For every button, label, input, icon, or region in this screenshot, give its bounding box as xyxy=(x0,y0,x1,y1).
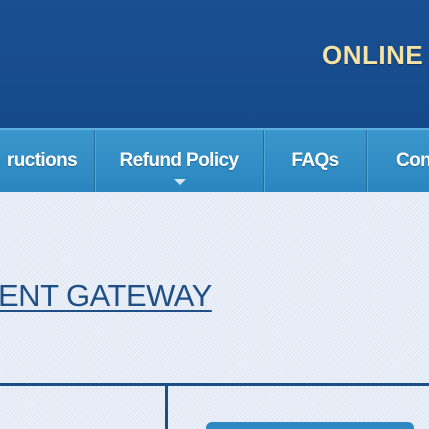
active-indicator-arrow-icon xyxy=(174,179,186,185)
nav-item-instructions[interactable]: ructions xyxy=(0,130,94,192)
main-nav-bar: ructions Refund Policy FAQs Cont xyxy=(0,128,429,192)
nav-item-faqs[interactable]: FAQs xyxy=(264,130,366,192)
site-title: ONLINE xyxy=(322,40,424,70)
site-header: ONLINE xyxy=(0,0,429,128)
panel-top-border xyxy=(0,383,429,386)
page-heading-link[interactable]: ENT GATEWAY xyxy=(0,278,212,314)
panel-action-button[interactable] xyxy=(206,422,414,429)
panel-divider xyxy=(165,383,168,429)
nav-item-contact[interactable]: Cont xyxy=(367,130,429,192)
